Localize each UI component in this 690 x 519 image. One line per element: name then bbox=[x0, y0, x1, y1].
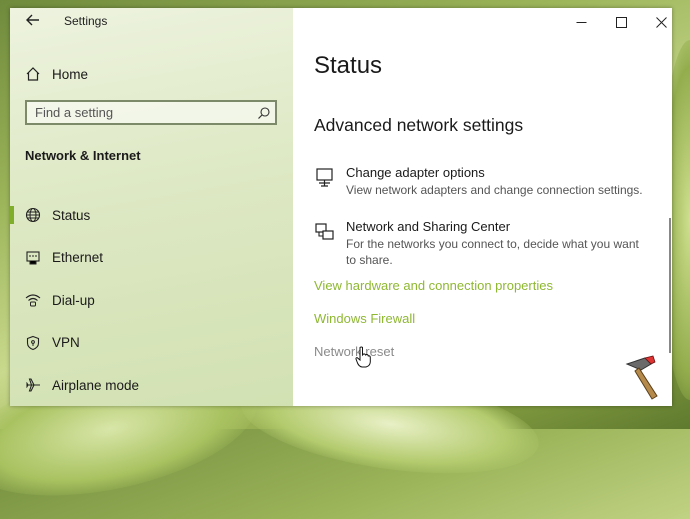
sidebar-item-dialup[interactable]: Dial-up bbox=[10, 279, 293, 322]
sidebar-item-label: Dial-up bbox=[52, 292, 95, 308]
close-button[interactable] bbox=[646, 12, 672, 32]
adapter-icon bbox=[316, 168, 333, 187]
change-adapter-options-item[interactable]: Change adapter options View network adap… bbox=[314, 165, 644, 201]
windows-firewall-link[interactable]: Windows Firewall bbox=[314, 311, 415, 326]
sidebar-item-status[interactable]: Status bbox=[10, 194, 293, 237]
vpn-icon bbox=[24, 334, 42, 352]
home-icon bbox=[24, 65, 42, 83]
main-content: Status Advanced network settings Change … bbox=[293, 8, 672, 406]
option-description: View network adapters and change connect… bbox=[346, 183, 643, 197]
minimize-icon bbox=[576, 21, 586, 23]
sidebar-item-ethernet[interactable]: Ethernet bbox=[10, 237, 293, 280]
search-icon bbox=[258, 107, 270, 119]
maximize-icon bbox=[615, 16, 627, 28]
option-title: Network and Sharing Center bbox=[346, 219, 511, 234]
close-icon bbox=[655, 16, 667, 28]
network-sharing-center-item[interactable]: Network and Sharing Center For the netwo… bbox=[314, 219, 644, 271]
hand-cursor-icon bbox=[355, 346, 371, 368]
sidebar-item-label: Ethernet bbox=[52, 250, 104, 266]
ethernet-icon bbox=[24, 249, 42, 267]
view-hardware-link[interactable]: View hardware and connection properties bbox=[314, 278, 553, 293]
section-title: Network & Internet bbox=[25, 148, 141, 163]
sidebar-item-vpn[interactable]: VPN bbox=[10, 322, 293, 365]
maximize-button[interactable] bbox=[606, 12, 636, 32]
dialup-icon bbox=[24, 291, 42, 309]
search-placeholder: Find a setting bbox=[35, 105, 114, 120]
settings-window: Settings Home Find a setting Network & I… bbox=[10, 8, 672, 406]
sidebar-item-label: Status bbox=[52, 207, 91, 223]
sidebar: Settings Home Find a setting Network & I… bbox=[10, 8, 293, 406]
sidebar-item-airplane-mode[interactable]: Airplane mode bbox=[10, 364, 293, 406]
minimize-button[interactable] bbox=[566, 12, 596, 32]
search-input[interactable]: Find a setting bbox=[25, 100, 277, 125]
title-bar: Settings bbox=[10, 8, 293, 36]
option-description: For the networks you connect to, decide … bbox=[346, 237, 639, 267]
sharing-center-icon bbox=[315, 223, 334, 240]
sidebar-item-label: Airplane mode bbox=[52, 377, 140, 393]
back-arrow-icon bbox=[26, 14, 39, 26]
app-title: Settings bbox=[64, 14, 108, 28]
sidebar-item-home[interactable]: Home bbox=[24, 62, 88, 86]
section-heading: Advanced network settings bbox=[314, 115, 524, 135]
page-title: Status bbox=[314, 52, 383, 79]
airplane-icon bbox=[24, 376, 42, 394]
scrollbar[interactable] bbox=[669, 218, 671, 353]
sidebar-item-label: Home bbox=[52, 66, 89, 82]
globe-icon bbox=[24, 206, 42, 224]
option-title: Change adapter options bbox=[346, 165, 485, 180]
sidebar-item-label: VPN bbox=[52, 335, 80, 351]
back-button[interactable] bbox=[22, 12, 44, 32]
sidebar-nav: Status Ethernet Dial-up VPN Airplane mod… bbox=[10, 194, 293, 406]
hammer-logo-icon bbox=[625, 355, 658, 400]
